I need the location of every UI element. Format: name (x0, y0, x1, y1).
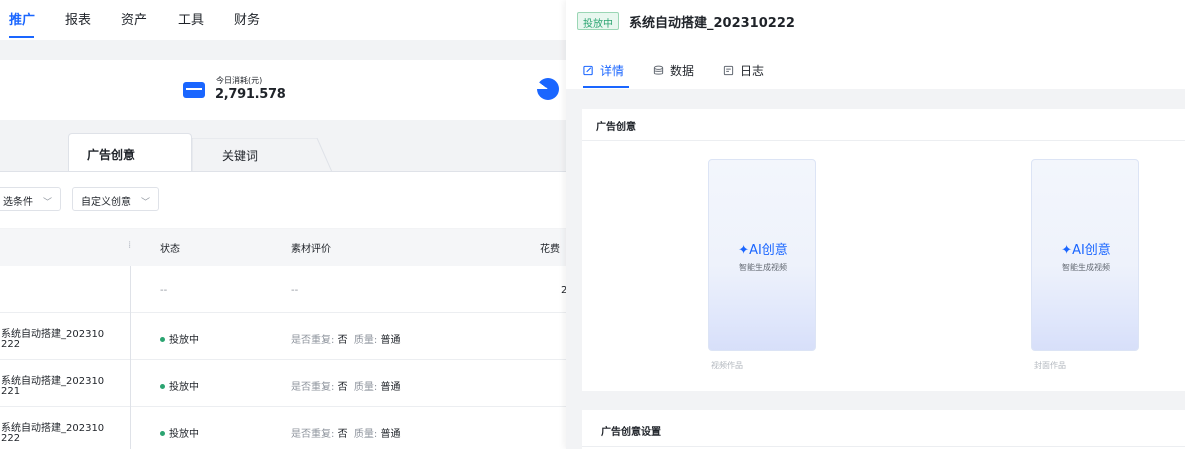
row-status: 投放中 (160, 378, 199, 393)
nav-item-tools[interactable]: 工具 (178, 9, 204, 28)
row-name-line1: 系统自动搭建_202310 (1, 329, 105, 340)
tab-data-label: 数据 (670, 64, 695, 78)
dup-value: 否 (337, 429, 348, 440)
section-divider (582, 140, 1185, 141)
row-status-label: 投放中 (169, 429, 199, 440)
dup-label: 是否重复: (291, 429, 335, 440)
tab-log[interactable]: 日志 (723, 62, 764, 79)
summary-status: -- (160, 285, 168, 296)
table-row[interactable]: 系统自动搭建_202310 222 投放中 是否重复: 否 质量: 普通 (0, 407, 566, 449)
creative-video-preview[interactable]: ✦AI创意 智能生成视频 (708, 159, 816, 351)
nav-item-reports[interactable]: 报表 (65, 9, 91, 28)
row-name-line1: 系统自动搭建_202310 (1, 423, 105, 434)
tab-detail-label: 详情 (600, 64, 625, 78)
quality-value: 普通 (380, 429, 401, 440)
header-material[interactable]: 素材评价 (291, 240, 331, 255)
tab-data[interactable]: 数据 (653, 62, 694, 79)
chevron-down-icon: ﹀ (141, 198, 151, 208)
quality-value: 普通 (380, 335, 401, 346)
creative-caption: 视频作品 (711, 361, 743, 370)
quality-label: 质量: (353, 429, 378, 440)
tab-log-label: 日志 (740, 64, 765, 78)
main-page: 推广 报表 资产 工具 财务 今日消耗(元) 2,791.578 广告创意 关键… (0, 0, 566, 449)
quality-label: 质量: (353, 382, 378, 393)
row-name-line2: 222 (1, 433, 21, 444)
row-status-label: 投放中 (169, 382, 199, 393)
chevron-down-icon: ﹀ (43, 198, 53, 208)
sparkle-icon: ✦ (1061, 243, 1073, 258)
row-material-eval: 是否重复: 否 质量: 普通 (291, 331, 400, 346)
header-cost[interactable]: 花费 (540, 240, 560, 255)
tab-creative-label: 广告创意 (87, 148, 136, 162)
row-name-line1: 系统自动搭建_202310 (1, 376, 105, 387)
database-icon (653, 65, 664, 75)
table-summary-row: -- -- 2 (0, 266, 566, 313)
tab-creative[interactable]: 广告创意 (68, 133, 192, 172)
settings-section-title: 广告创意设置 (601, 427, 661, 438)
edit-doc-icon (583, 65, 593, 76)
ai-creative-title: ✦AI创意 (1032, 239, 1140, 258)
nav-item-promotion[interactable]: 推广 (9, 9, 35, 28)
wallet-icon (183, 82, 205, 98)
creative-section-title: 广告创意 (596, 122, 636, 133)
tab-active-indicator (583, 86, 629, 88)
drawer-title: 系统自动搭建_202310222 (629, 16, 795, 31)
tab-keyword-shape (192, 138, 332, 172)
quality-value: 普通 (380, 382, 401, 393)
summary-material: -- (291, 285, 299, 296)
nav-item-finance[interactable]: 财务 (234, 9, 260, 28)
creative-caption: 封面作品 (1034, 361, 1066, 370)
row-status: 投放中 (160, 425, 199, 440)
table-header (0, 229, 566, 266)
spend-label: 今日消耗(元) (216, 76, 263, 85)
ai-creative-subtitle: 智能生成视频 (1062, 263, 1110, 272)
tab-keyword[interactable]: 关键词 (222, 147, 258, 164)
top-nav: 推广 报表 资产 工具 财务 (0, 0, 566, 40)
spend-value: 2,791.578 (215, 87, 286, 102)
dup-label: 是否重复: (291, 335, 335, 346)
column-divider (130, 266, 131, 449)
status-badge: 投放中 (577, 12, 619, 30)
custom-creative-filter-label: 自定义创意 (81, 197, 131, 208)
ai-creative-title-text: AI创意 (1072, 243, 1111, 258)
table-row[interactable]: 系统自动搭建_202310 222 投放中 是否重复: 否 质量: 普通 (0, 313, 566, 360)
nav-active-indicator (9, 36, 34, 38)
row-name-line2: 222 (1, 339, 21, 350)
row-name-line2: 221 (1, 386, 21, 397)
creative-cover-preview[interactable]: ✦AI创意 智能生成视频 (1031, 159, 1139, 351)
row-material-eval: 是否重复: 否 质量: 普通 (291, 425, 400, 440)
log-doc-icon (723, 65, 734, 76)
condition-filter[interactable]: 选条件 ﹀ (0, 187, 62, 211)
header-status[interactable]: 状态 (160, 240, 180, 255)
header-truncated-edge: ⁞ (128, 240, 132, 251)
dup-value: 否 (337, 335, 348, 346)
pie-chart-icon (537, 78, 559, 100)
row-status-label: 投放中 (169, 335, 199, 346)
nav-item-assets[interactable]: 资产 (121, 9, 147, 28)
row-status: 投放中 (160, 331, 199, 346)
table-row[interactable]: 系统自动搭建_202310 221 投放中 是否重复: 否 质量: 普通 (0, 360, 566, 407)
dup-value: 否 (337, 382, 348, 393)
sparkle-icon: ✦ (738, 243, 750, 258)
settings-card (582, 410, 1185, 449)
dup-label: 是否重复: (291, 382, 335, 393)
row-material-eval: 是否重复: 否 质量: 普通 (291, 378, 400, 393)
quality-label: 质量: (353, 335, 378, 346)
status-dot-icon (160, 383, 165, 389)
section-divider (582, 446, 1185, 447)
ai-creative-title: ✦AI创意 (709, 239, 817, 258)
ai-creative-subtitle: 智能生成视频 (739, 263, 787, 272)
condition-filter-label: 选条件 (3, 197, 33, 208)
ai-creative-title-text: AI创意 (749, 243, 788, 258)
status-dot-icon (160, 430, 165, 436)
tab-detail[interactable]: 详情 (583, 62, 624, 79)
custom-creative-filter[interactable]: 自定义创意 ﹀ (72, 187, 160, 211)
status-dot-icon (160, 336, 165, 342)
